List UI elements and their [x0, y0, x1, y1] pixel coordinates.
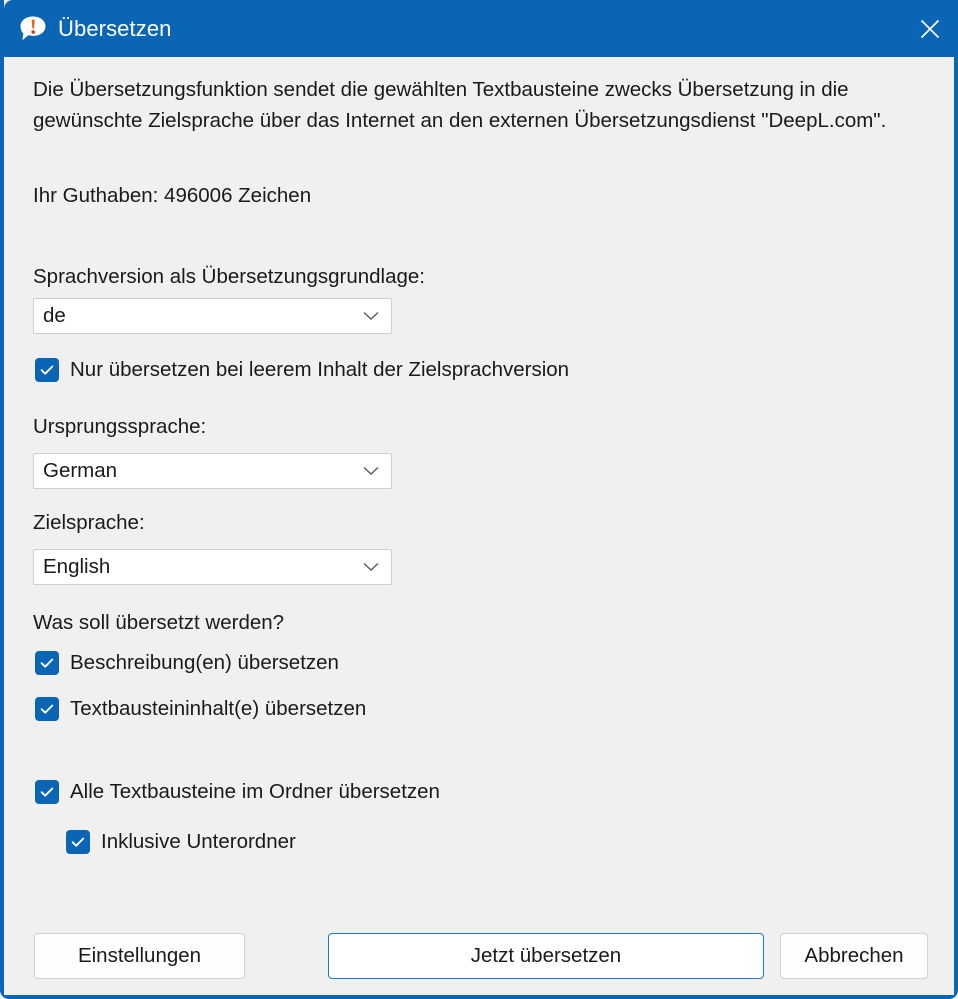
checkbox-include-subfolders[interactable]: Inklusive Unterordner — [66, 830, 296, 854]
checkbox-translate-contents[interactable]: Textbausteininhalt(e) übersetzen — [35, 697, 366, 721]
chevron-down-icon — [363, 311, 379, 320]
checkbox-box — [35, 651, 59, 675]
checkbox-only-empty[interactable]: Nur übersetzen bei leerem Inhalt der Zie… — [35, 358, 569, 382]
check-icon — [71, 837, 85, 847]
close-button[interactable] — [898, 0, 958, 57]
check-icon — [40, 658, 54, 668]
checkbox-include-subfolders-label: Inklusive Unterordner — [101, 830, 296, 853]
checkbox-translate-contents-label: Textbausteininhalt(e) übersetzen — [70, 697, 367, 720]
checkbox-all-in-folder-label: Alle Textbausteine im Ordner übersetzen — [70, 780, 440, 803]
checkbox-translate-descriptions[interactable]: Beschreibung(en) übersetzen — [35, 651, 339, 675]
checkbox-box — [35, 780, 59, 804]
settings-button[interactable]: Einstellungen — [34, 933, 245, 979]
target-language-value: English — [43, 555, 111, 578]
checkbox-box — [35, 697, 59, 721]
source-language-select[interactable]: German — [33, 453, 392, 489]
checkbox-box — [66, 830, 90, 854]
base-language-label: Sprachversion als Übersetzungsgrundlage: — [33, 265, 426, 288]
title-bar: Übersetzen — [4, 0, 958, 57]
checkbox-box — [35, 358, 59, 382]
translate-now-button[interactable]: Jetzt übersetzen — [328, 933, 764, 979]
speech-bubble-exclamation-icon — [20, 16, 46, 40]
close-icon — [920, 19, 940, 38]
check-icon — [40, 704, 54, 714]
check-icon — [40, 365, 54, 375]
base-language-value: de — [43, 304, 66, 327]
checkbox-translate-descriptions-label: Beschreibung(en) übersetzen — [70, 651, 339, 674]
credit-balance-label: Ihr Guthaben: 496006 Zeichen — [33, 184, 312, 207]
chevron-down-icon — [363, 562, 379, 571]
check-icon — [40, 787, 54, 797]
what-to-translate-label: Was soll übersetzt werden? — [33, 611, 285, 634]
checkbox-all-in-folder[interactable]: Alle Textbausteine im Ordner übersetzen — [35, 780, 440, 804]
chevron-down-icon — [363, 466, 379, 475]
target-language-label: Zielsprache: — [33, 511, 145, 534]
cancel-button[interactable]: Abbrechen — [780, 933, 928, 979]
dialog-content: Die Übersetzungsfunktion sendet die gewä… — [4, 57, 954, 995]
source-language-label: Ursprungssprache: — [33, 415, 207, 438]
target-language-select[interactable]: English — [33, 549, 392, 585]
checkbox-only-empty-label: Nur übersetzen bei leerem Inhalt der Zie… — [70, 358, 570, 381]
description-text: Die Übersetzungsfunktion sendet die gewä… — [33, 78, 887, 132]
translate-dialog: Übersetzen Die Übersetzungsfunktion send… — [0, 0, 958, 999]
window-title: Übersetzen — [58, 15, 172, 41]
source-language-value: German — [43, 459, 118, 482]
base-language-select[interactable]: de — [33, 298, 392, 334]
